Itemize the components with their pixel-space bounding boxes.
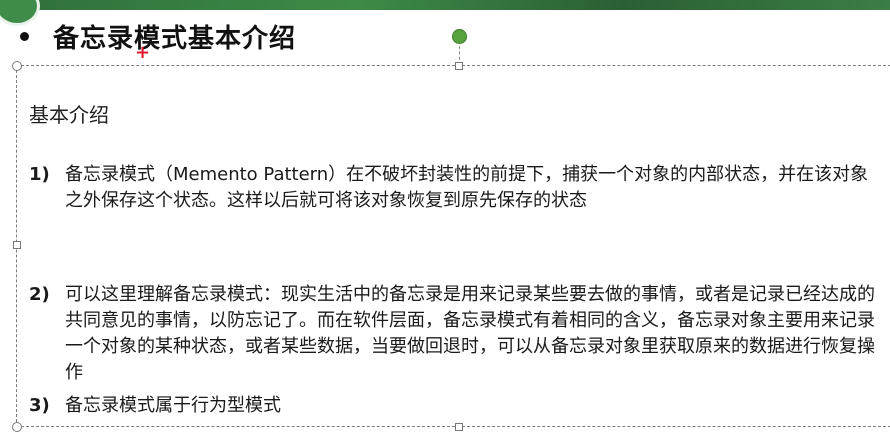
list-item-text: 可以这里理解备忘录模式：现实生活中的备忘录是用来记录某些要去做的事情，或者是记录…	[65, 284, 875, 383]
rotate-handle[interactable]	[452, 29, 467, 44]
subheading: 基本介绍	[29, 103, 109, 127]
resize-handle-bottom[interactable]	[455, 423, 463, 431]
list-item: 3) 备忘录模式属于行为型模式	[29, 393, 885, 419]
list-item-number: 3)	[29, 395, 50, 416]
bullet-icon	[20, 31, 29, 41]
list-item-number: 2)	[29, 284, 50, 305]
list-item: 2) 可以这里理解备忘录模式：现实生活中的备忘录是用来记录某些要去做的事情，或者…	[29, 282, 885, 386]
resize-handle-bottom-left[interactable]	[12, 422, 22, 432]
resize-handle-top[interactable]	[455, 62, 463, 70]
resize-handle-left[interactable]	[13, 241, 21, 249]
list-item-text: 备忘录模式属于行为型模式	[65, 395, 281, 416]
slide-title[interactable]: 备忘录模式基本介绍	[53, 18, 296, 55]
list-item: 1) 备忘录模式（Memento Pattern）在不破坏封装性的前提下，捕获一…	[29, 162, 885, 214]
top-banner	[0, 0, 890, 10]
title-row: 备忘录模式基本介绍	[20, 18, 296, 54]
resize-handle-top-left[interactable]	[12, 61, 22, 71]
list-item-text: 备忘录模式（Memento Pattern）在不破坏封装性的前提下，捕获一个对象…	[65, 164, 869, 211]
list-item-number: 1)	[29, 164, 50, 185]
cursor-crosshair-icon: +	[135, 42, 151, 63]
